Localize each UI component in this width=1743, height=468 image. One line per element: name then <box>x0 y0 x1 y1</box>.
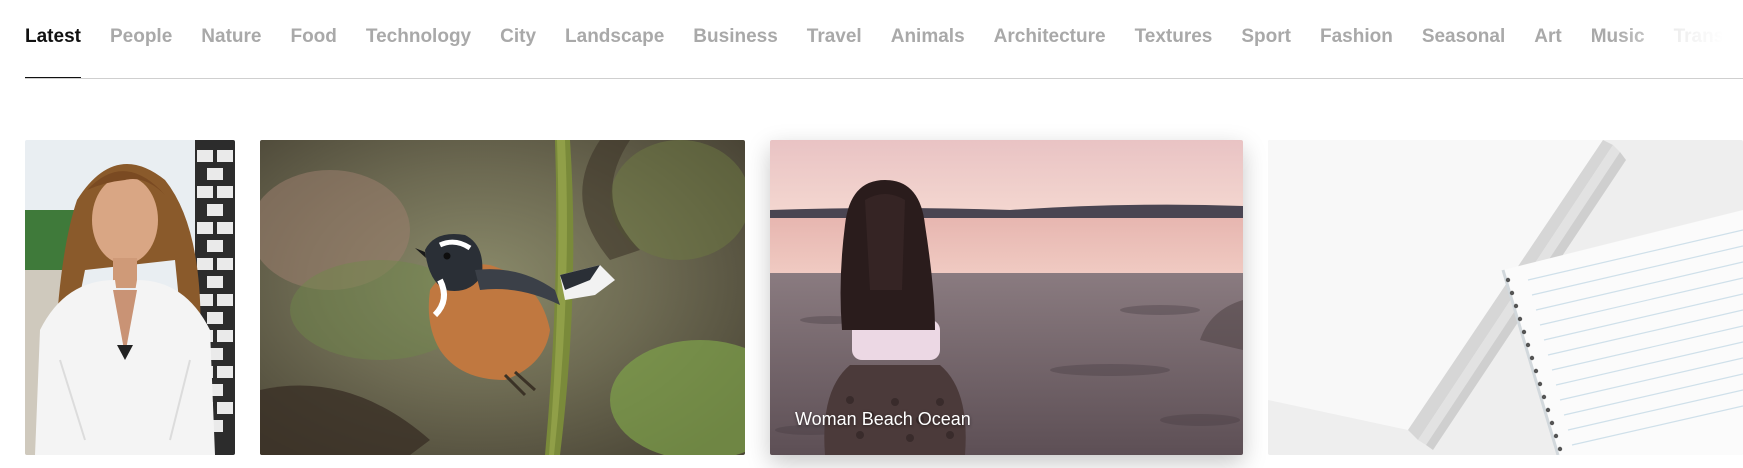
tab-architecture[interactable]: Architecture <box>994 0 1106 78</box>
tab-latest[interactable]: Latest <box>25 0 81 78</box>
woman-beach-image <box>770 140 1243 455</box>
tab-city[interactable]: City <box>500 0 536 78</box>
tab-food[interactable]: Food <box>290 0 336 78</box>
tab-nature[interactable]: Nature <box>201 0 261 78</box>
tab-transport[interactable]: Transport <box>1674 0 1743 78</box>
paper-notebook-image <box>1268 140 1743 455</box>
tab-seasonal[interactable]: Seasonal <box>1422 0 1505 78</box>
photo-caption: Woman Beach Ocean <box>795 409 971 429</box>
photo-card-paper-notebook[interactable] <box>1268 140 1743 455</box>
tab-business[interactable]: Business <box>693 0 777 78</box>
woman-portrait-image <box>25 140 235 455</box>
tab-landscape[interactable]: Landscape <box>565 0 664 78</box>
tab-sport[interactable]: Sport <box>1241 0 1291 78</box>
tab-fashion[interactable]: Fashion <box>1320 0 1393 78</box>
tab-art[interactable]: Art <box>1534 0 1561 78</box>
tab-people[interactable]: People <box>110 0 172 78</box>
tab-animals[interactable]: Animals <box>891 0 965 78</box>
tab-textures[interactable]: Textures <box>1135 0 1213 78</box>
photo-card-bird[interactable] <box>260 140 745 455</box>
photo-card-woman-portrait[interactable] <box>25 140 235 455</box>
photo-card-woman-beach[interactable]: Woman Beach Ocean <box>770 140 1243 455</box>
tab-technology[interactable]: Technology <box>366 0 471 78</box>
category-tabs: Latest People Nature Food Technology City Land… <box>25 0 1743 79</box>
tab-travel[interactable]: Travel <box>807 0 862 78</box>
tab-music[interactable]: Music <box>1591 0 1645 78</box>
bird-on-branch-image <box>260 140 745 455</box>
